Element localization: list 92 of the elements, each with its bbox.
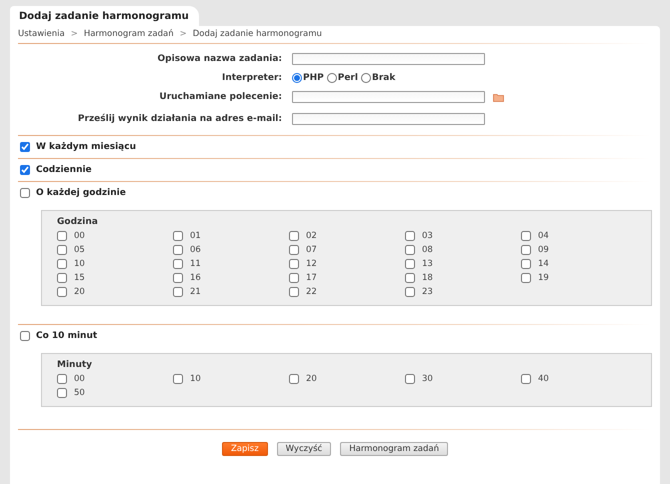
checkbox[interactable] (289, 374, 299, 384)
checkbox[interactable] (173, 245, 183, 255)
checkbox-label: 11 (190, 259, 201, 269)
checkbox-label: 17 (306, 273, 317, 283)
checkbox[interactable] (521, 374, 531, 384)
checkbox[interactable] (521, 231, 531, 241)
checkbox-label: 00 (74, 231, 85, 241)
radio-label: Brak (372, 73, 396, 83)
breadcrumb-item[interactable]: Harmonogram zadań (84, 29, 174, 39)
folder-icon[interactable] (493, 92, 504, 102)
breadcrumb-item[interactable]: Dodaj zadanie harmonogramu (192, 29, 322, 39)
checkbox-label: 05 (74, 245, 85, 255)
radio-button[interactable] (360, 73, 371, 83)
field-label: Interpreter: (220, 73, 282, 83)
breadcrumb-separator: > (70, 29, 78, 39)
field-label: Opisowa nazwa zadania: (156, 54, 282, 64)
checkbox[interactable] (289, 287, 299, 297)
tab-title[interactable]: Dodaj zadanie harmonogramu (10, 6, 199, 26)
checkbox-label: 01 (190, 231, 201, 241)
text-field[interactable] (292, 113, 485, 125)
checkbox[interactable] (521, 259, 531, 269)
checkbox[interactable] (57, 374, 67, 384)
checkbox-label: 23 (422, 287, 433, 297)
checkbox[interactable] (20, 188, 30, 198)
checkbox[interactable] (173, 374, 183, 384)
breadcrumb-separator: > (180, 29, 187, 39)
checkbox[interactable] (57, 273, 67, 283)
checkbox[interactable] (405, 287, 415, 297)
checkbox[interactable] (57, 245, 67, 255)
checkbox[interactable] (173, 259, 183, 269)
action-button[interactable]: Wyczyść (276, 442, 332, 456)
checkbox-label: 50 (74, 388, 85, 398)
checkbox-label: 20 (306, 374, 317, 384)
field-label: Prześlij wynik działania na adres e-mail: (76, 114, 282, 124)
radio-button[interactable] (292, 73, 302, 83)
group-title: Godzina (57, 217, 99, 227)
checkbox[interactable] (57, 231, 67, 241)
checkbox-label: 21 (190, 287, 201, 297)
checkbox-label: 20 (74, 287, 85, 297)
checkbox[interactable] (289, 245, 299, 255)
checkbox-label: 40 (538, 374, 549, 384)
checkbox[interactable] (405, 374, 415, 384)
checkbox-label: 10 (190, 374, 201, 384)
group-title: Minuty (57, 360, 94, 370)
checkbox-label: 14 (538, 259, 549, 269)
text-field[interactable] (292, 91, 485, 103)
checkbox-label: 09 (538, 245, 549, 255)
checkbox[interactable] (173, 231, 183, 241)
checkbox[interactable] (405, 259, 415, 269)
field-label: Uruchamiane polecenie: (158, 92, 282, 102)
checkbox[interactable] (20, 165, 30, 175)
checkbox-label: 15 (74, 273, 85, 283)
checkbox[interactable] (57, 287, 67, 297)
checkbox-label: 08 (422, 245, 433, 255)
checkbox[interactable] (521, 273, 531, 283)
checkbox-label: 10 (74, 259, 85, 269)
checkbox-label: 03 (422, 231, 433, 241)
breadcrumb-item[interactable]: Ustawienia (18, 29, 65, 39)
checkbox[interactable] (289, 273, 299, 283)
checkbox-label: 16 (190, 273, 201, 283)
checkbox-label: 02 (306, 231, 317, 241)
checkbox[interactable] (173, 287, 183, 297)
radio-button[interactable] (326, 73, 337, 83)
checkbox-label: 06 (190, 245, 201, 255)
checkbox[interactable] (405, 273, 415, 283)
checkbox-label: 00 (74, 374, 85, 384)
checkbox[interactable] (20, 331, 30, 341)
checkbox[interactable] (289, 259, 299, 269)
text-field[interactable] (292, 53, 485, 65)
checkbox-label: 19 (538, 273, 549, 283)
checkbox-label: 18 (422, 273, 433, 283)
checkbox-label: 12 (306, 259, 317, 269)
checkbox[interactable] (57, 388, 67, 398)
checkbox-label: 22 (306, 287, 317, 297)
checkbox-label: 04 (538, 231, 549, 241)
checkbox-label: Codziennie (36, 165, 92, 175)
checkbox-label: 07 (306, 245, 317, 255)
checkbox[interactable] (289, 231, 299, 241)
checkbox-label: W każdym miesiącu (36, 142, 136, 152)
checkbox-label: O każdej godzinie (36, 188, 126, 198)
checkbox[interactable] (57, 259, 67, 269)
action-button[interactable]: Harmonogram zadań (340, 442, 448, 456)
checkbox-label: 13 (422, 259, 433, 269)
radio-label: Perl (338, 73, 358, 83)
checkbox-label: Co 10 minut (36, 331, 98, 341)
checkbox[interactable] (173, 273, 183, 283)
checkbox[interactable] (405, 245, 415, 255)
checkbox[interactable] (521, 245, 531, 255)
checkbox[interactable] (20, 142, 30, 152)
radio-label: PHP (303, 73, 324, 83)
checkbox-label: 30 (422, 374, 433, 384)
checkbox[interactable] (405, 231, 415, 241)
